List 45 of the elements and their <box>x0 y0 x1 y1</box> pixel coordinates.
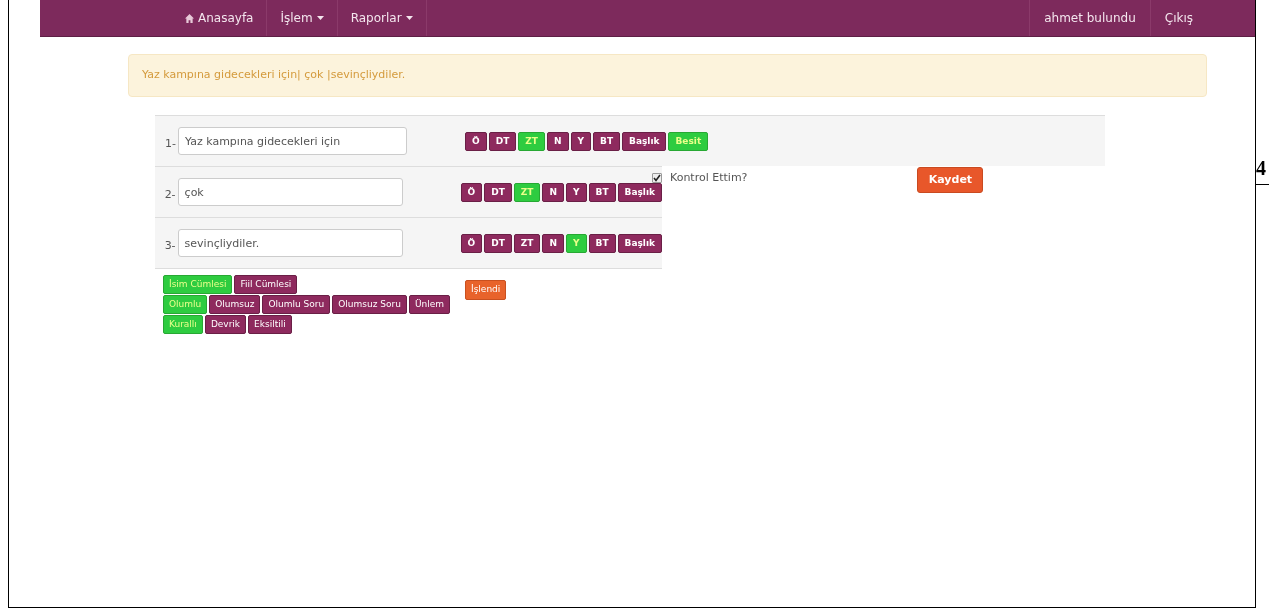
checkbox-label: Kontrol Ettim? <box>670 170 748 186</box>
tag-button[interactable]: Devrik <box>204 315 247 334</box>
nav-link[interactable]: Anasayfa <box>172 0 268 36</box>
caret-icon <box>316 16 324 20</box>
text-field[interactable]: çok <box>177 178 403 206</box>
text-field[interactable]: Yaz kampına gidecekleri için <box>178 127 407 155</box>
tag-button[interactable]: Fiil Cümlesi <box>234 275 298 294</box>
tag-button[interactable]: Ö <box>460 182 483 202</box>
check-icon <box>653 174 661 183</box>
home-icon <box>185 13 194 23</box>
tag-button[interactable]: Ö <box>460 233 483 253</box>
caret-icon <box>405 16 413 20</box>
row-number: 3- <box>163 237 177 254</box>
row-number: 2- <box>163 186 177 203</box>
tag-button[interactable]: Eksiltili <box>248 315 292 334</box>
tag-button[interactable]: Başlık <box>617 233 662 253</box>
tag-button[interactable]: DT <box>488 131 517 151</box>
alert-message: Yaz kampına gidecekleri için| çok |sevinçliydiler. <box>128 54 1207 97</box>
tag-button[interactable]: Başlık <box>617 182 662 202</box>
tag-button[interactable]: BT <box>588 182 616 202</box>
save-button[interactable]: Kaydet <box>917 167 984 193</box>
tag-button[interactable]: Olumsuz Soru <box>332 295 407 314</box>
page-number: 4 <box>1256 158 1266 179</box>
tag-button[interactable]: BT <box>588 233 616 253</box>
tag-button[interactable]: DT <box>484 182 512 202</box>
checkbox[interactable] <box>652 173 662 184</box>
tag-button[interactable]: Olumlu Soru <box>262 295 331 314</box>
tag-button[interactable]: N <box>546 131 569 151</box>
tag-button[interactable]: Y <box>570 131 592 151</box>
tag-button[interactable]: Y <box>566 182 587 202</box>
tag-button[interactable]: Ünlem <box>408 295 450 314</box>
tag-button[interactable]: Ö <box>465 131 487 151</box>
tag-button[interactable]: BT <box>593 131 621 151</box>
tag-button[interactable]: N <box>542 233 564 253</box>
tag-button[interactable]: DT <box>484 233 512 253</box>
text-field[interactable]: sevinçliydiler. <box>177 229 403 257</box>
nav-link[interactable]: İşlem <box>267 0 338 36</box>
tag-button[interactable]: N <box>542 182 564 202</box>
nav-link[interactable]: ahmet bulundu <box>1029 0 1150 36</box>
nav-link[interactable]: Raporlar <box>337 0 427 36</box>
tag-button[interactable]: Başlık <box>622 131 667 151</box>
tag-button[interactable]: Olumsuz <box>209 295 261 314</box>
nav-link[interactable]: Çıkış <box>1149 0 1207 36</box>
row-number: 1- <box>164 135 177 152</box>
tag-button[interactable]: ZT <box>513 233 541 253</box>
